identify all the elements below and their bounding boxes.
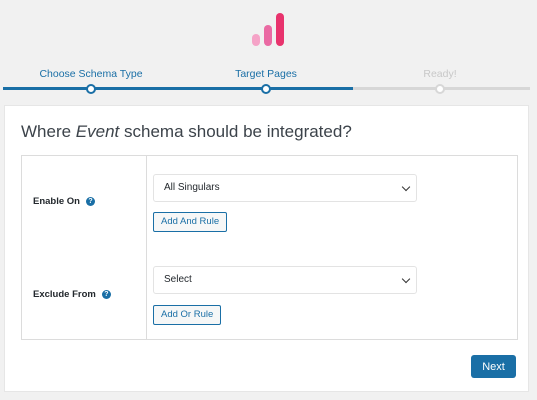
step-dot-ready bbox=[435, 84, 445, 94]
page-title: Where Event schema should be integrated? bbox=[21, 122, 352, 142]
step-label-ready: Ready! bbox=[423, 68, 457, 80]
step-label-target-pages[interactable]: Target Pages bbox=[235, 68, 297, 80]
exclude-from-label-text: Exclude From bbox=[33, 289, 96, 300]
target-pages-card: Where Event schema should be integrated?… bbox=[4, 105, 529, 392]
rules-label-column bbox=[22, 156, 147, 339]
enable-on-selected-value: All Singulars bbox=[164, 182, 220, 193]
next-button[interactable]: Next bbox=[471, 355, 516, 378]
enable-on-select[interactable]: All Singulars bbox=[153, 174, 417, 202]
progress-steps: Choose Schema Type Target Pages Ready! bbox=[0, 60, 537, 100]
progress-track-complete bbox=[3, 87, 353, 90]
chevron-down-icon bbox=[401, 182, 411, 192]
help-icon[interactable]: ? bbox=[85, 197, 95, 206]
logo-bar-tall bbox=[276, 13, 284, 46]
title-prefix: Where bbox=[21, 122, 76, 141]
logo-bar-medium bbox=[264, 25, 272, 46]
exclude-from-label: Exclude From ? bbox=[33, 289, 111, 300]
app-logo bbox=[252, 12, 286, 46]
step-label-choose-schema-type[interactable]: Choose Schema Type bbox=[39, 68, 142, 80]
exclude-from-selected-value: Select bbox=[164, 274, 192, 285]
title-suffix: schema should be integrated? bbox=[119, 122, 352, 141]
enable-on-label: Enable On ? bbox=[33, 196, 95, 207]
add-and-rule-button[interactable]: Add And Rule bbox=[153, 212, 228, 232]
rules-table: Enable On ? All Singulars Add And Rule E… bbox=[21, 155, 518, 340]
add-or-rule-button[interactable]: Add Or Rule bbox=[153, 305, 222, 325]
exclude-from-select[interactable]: Select bbox=[153, 266, 417, 294]
chevron-down-icon bbox=[401, 274, 411, 284]
logo-bar-short bbox=[252, 34, 260, 46]
help-icon[interactable]: ? bbox=[101, 290, 111, 299]
step-dot-choose-schema-type[interactable] bbox=[86, 84, 96, 94]
enable-on-label-text: Enable On bbox=[33, 196, 80, 207]
schema-type-name: Event bbox=[75, 122, 120, 141]
step-dot-target-pages[interactable] bbox=[261, 84, 271, 94]
